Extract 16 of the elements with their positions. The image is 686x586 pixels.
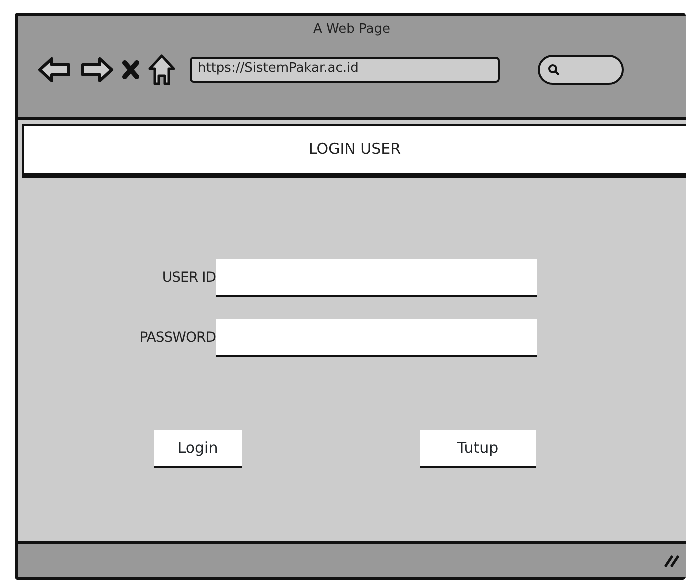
forward-icon[interactable] <box>80 56 114 84</box>
stop-icon[interactable] <box>122 60 140 80</box>
back-icon[interactable] <box>38 56 72 84</box>
field-label: USER ID <box>161 268 216 288</box>
home-icon[interactable] <box>148 54 176 86</box>
field-label: PASSWORD <box>138 328 216 348</box>
search-field[interactable] <box>538 54 624 84</box>
address-field[interactable]: https://SistemPakar.ac.id <box>190 56 500 82</box>
input-field[interactable] <box>216 259 537 297</box>
search-icon <box>548 64 560 76</box>
header-title: LOGIN USER <box>308 139 402 160</box>
resize-grip-icon[interactable] <box>664 554 680 568</box>
action-button[interactable]: Tutup <box>420 430 536 468</box>
window-title: A Web Page <box>314 21 390 39</box>
action-button[interactable]: Login <box>154 430 242 468</box>
input-field[interactable] <box>216 319 537 357</box>
